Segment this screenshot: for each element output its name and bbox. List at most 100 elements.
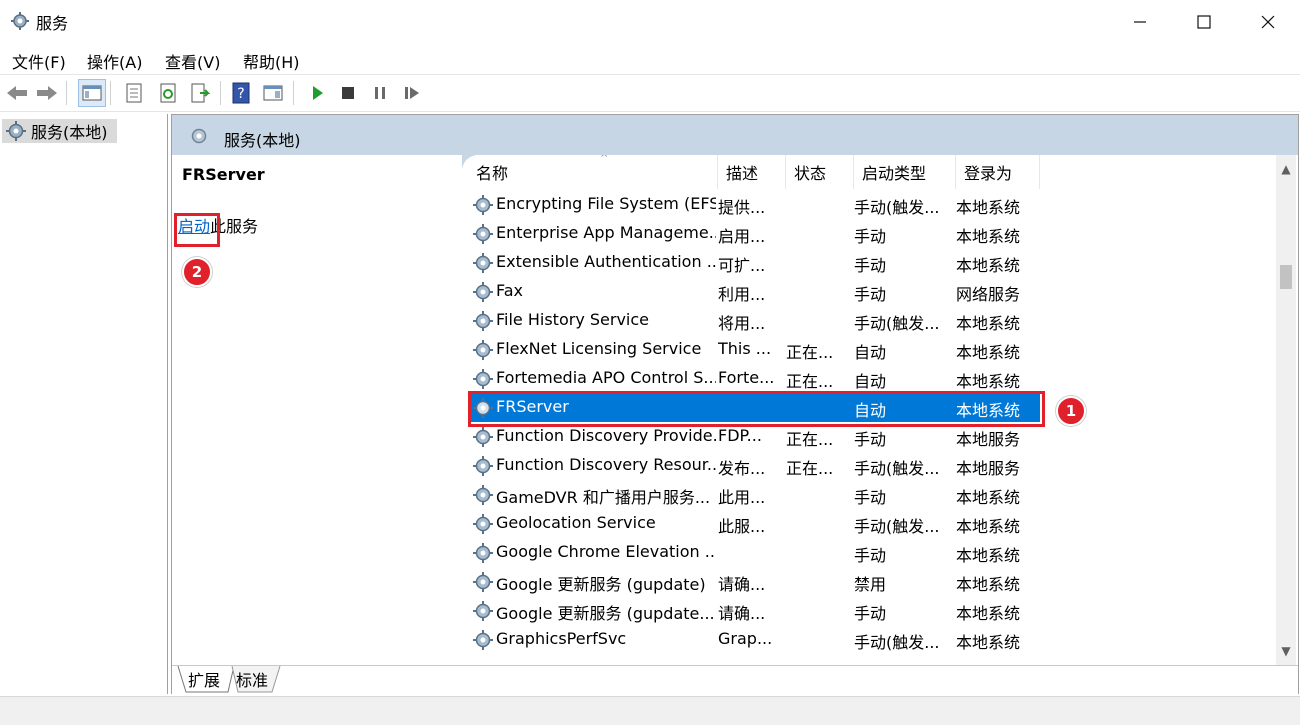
cell-logon-as: 本地系统 xyxy=(956,372,1021,391)
column-header-name[interactable]: ^ 名称 xyxy=(468,155,718,189)
service-gear-icon xyxy=(473,253,493,273)
services-gear-icon xyxy=(11,12,29,30)
tab-standard[interactable]: 标准 xyxy=(228,666,276,692)
highlight-box-start-link xyxy=(174,213,220,247)
table-row[interactable]: Encrypting File System (EFS) 提供... 手动(触发..… xyxy=(468,190,1040,219)
refresh-button[interactable] xyxy=(154,79,182,107)
show-action-pane-button[interactable] xyxy=(259,79,287,107)
pause-service-button[interactable] xyxy=(366,79,394,107)
window-title: 服务 xyxy=(36,14,69,33)
main-pane: 服务(本地) FRServer 启动此服务 2 ^ 名称 描述 状态 启动类型 … xyxy=(171,114,1299,694)
cell-name: Function Discovery Resour... xyxy=(496,455,716,474)
service-gear-icon xyxy=(473,195,493,215)
toolbar: ? xyxy=(0,74,1300,112)
scrollbar-thumb[interactable] xyxy=(1280,265,1292,289)
table-row[interactable]: GameDVR 和广播用户服务... 此用... 手动 本地系统 xyxy=(468,480,1040,509)
annotation-badge-1: 1 xyxy=(1056,396,1086,426)
cell-startup-type: 手动 xyxy=(854,604,887,623)
menu-view[interactable]: 查看(V) xyxy=(165,49,220,73)
properties-icon xyxy=(126,83,142,103)
maximize-icon xyxy=(1197,15,1211,29)
column-header-startup-type[interactable]: 启动类型 xyxy=(854,155,956,189)
column-header-label: 名称 xyxy=(476,164,509,183)
cell-startup-type: 手动(触发... xyxy=(854,314,940,333)
cell-name: File History Service xyxy=(496,310,649,329)
cell-logon-as: 本地系统 xyxy=(956,314,1021,333)
cell-name: Google 更新服务 (gupdate) xyxy=(496,575,706,594)
cell-startup-type: 手动 xyxy=(854,430,887,449)
service-gear-icon xyxy=(473,427,493,447)
cell-startup-type: 手动 xyxy=(854,227,887,246)
table-row[interactable]: Google 更新服务 (gupdate) 请确... 禁用 本地系统 xyxy=(468,567,1040,596)
table-row[interactable]: GraphicsPerfSvc Grap... 手动(触发... 本地系统 xyxy=(468,625,1040,654)
cell-startup-type: 禁用 xyxy=(854,575,887,594)
cell-status: 正在... xyxy=(786,430,834,449)
service-gear-icon xyxy=(473,572,493,592)
properties-button[interactable] xyxy=(120,79,148,107)
table-row[interactable]: Google 更新服务 (gupdate... 请确... 手动 本地系统 xyxy=(468,596,1040,625)
service-gear-icon xyxy=(473,601,493,621)
show-console-tree-button[interactable] xyxy=(78,79,106,107)
forward-arrow-icon xyxy=(37,86,57,100)
services-gear-icon xyxy=(6,121,26,141)
close-icon xyxy=(1261,15,1275,29)
minimize-icon xyxy=(1134,21,1146,23)
stop-service-button[interactable] xyxy=(334,79,362,107)
cell-name: Encrypting File System (EFS) xyxy=(496,194,716,213)
toolbar-separator xyxy=(110,81,111,105)
column-header-description[interactable]: 描述 xyxy=(718,155,786,189)
menu-help[interactable]: 帮助(H) xyxy=(243,49,300,73)
table-row[interactable]: Fax 利用... 手动 网络服务 xyxy=(468,277,1040,306)
scroll-down-icon[interactable]: ▼ xyxy=(1278,643,1294,659)
help-button[interactable]: ? xyxy=(227,79,255,107)
tab-extended[interactable]: 扩展 xyxy=(180,666,228,692)
help-icon: ? xyxy=(232,82,250,104)
tree-item-services-local[interactable]: 服务(本地) xyxy=(2,119,117,143)
selected-service-name: FRServer xyxy=(182,165,265,184)
pause-service-icon xyxy=(375,87,385,99)
table-row[interactable]: Extensible Authentication ... 可扩... 手动 本地系统 xyxy=(468,248,1040,277)
restart-service-icon xyxy=(405,87,419,99)
table-row[interactable]: File History Service 将用... 手动(触发... 本地系统 xyxy=(468,306,1040,335)
cell-description: 利用... xyxy=(718,285,766,304)
description-pane: FRServer 启动此服务 2 xyxy=(172,155,462,665)
view-tabs: 扩展 标准 xyxy=(172,665,1298,694)
service-gear-icon xyxy=(473,630,493,650)
cell-logon-as: 本地系统 xyxy=(956,488,1021,507)
cell-description: 将用... xyxy=(718,314,766,333)
table-row[interactable]: FlexNet Licensing Service This ... 正在... 自动… xyxy=(468,335,1040,364)
cell-logon-as: 本地系统 xyxy=(956,343,1021,362)
start-service-button[interactable] xyxy=(303,79,331,107)
close-button[interactable] xyxy=(1236,0,1300,44)
annotation-badge-2: 2 xyxy=(182,257,212,287)
maximize-button[interactable] xyxy=(1172,0,1236,44)
cell-name: Google 更新服务 (gupdate... xyxy=(496,604,715,623)
menu-file[interactable]: 文件(F) xyxy=(12,49,66,73)
cell-startup-type: 手动(触发... xyxy=(854,633,940,652)
minimize-button[interactable] xyxy=(1108,0,1172,44)
menu-action[interactable]: 操作(A) xyxy=(87,49,142,73)
toolbar-separator xyxy=(220,81,221,105)
column-header-logon-as[interactable]: 登录为 xyxy=(956,155,1040,189)
cell-startup-type: 自动 xyxy=(854,343,887,362)
column-header-status[interactable]: 状态 xyxy=(786,155,854,189)
export-list-button[interactable] xyxy=(186,79,214,107)
vertical-scrollbar[interactable]: ▲ ▼ xyxy=(1276,155,1296,665)
cell-startup-type: 手动(触发... xyxy=(854,198,940,217)
cell-logon-as: 本地系统 xyxy=(956,604,1021,623)
scroll-up-icon[interactable]: ▲ xyxy=(1278,161,1294,177)
table-row[interactable]: Fortemedia APO Control S... Forte... 正在...… xyxy=(468,364,1040,393)
table-row[interactable]: Function Discovery Resour... 发布... 正在... 手动… xyxy=(468,451,1040,480)
cell-logon-as: 本地系统 xyxy=(956,546,1021,565)
forward-button[interactable] xyxy=(33,79,61,107)
table-row[interactable]: Google Chrome Elevation ... 手动 本地系统 xyxy=(468,538,1040,567)
sort-ascending-icon: ^ xyxy=(600,155,609,164)
services-gear-icon xyxy=(191,128,207,144)
restart-service-button[interactable] xyxy=(398,79,426,107)
back-button[interactable] xyxy=(3,79,31,107)
table-row[interactable]: Enterprise App Manageme... 启用... 手动 本地系统 xyxy=(468,219,1040,248)
cell-description: 提供... xyxy=(718,198,766,217)
table-row[interactable]: Geolocation Service 此服... 手动(触发... 本地系统 xyxy=(468,509,1040,538)
main-header: 服务(本地) xyxy=(172,115,1298,155)
stop-service-icon xyxy=(342,87,354,99)
